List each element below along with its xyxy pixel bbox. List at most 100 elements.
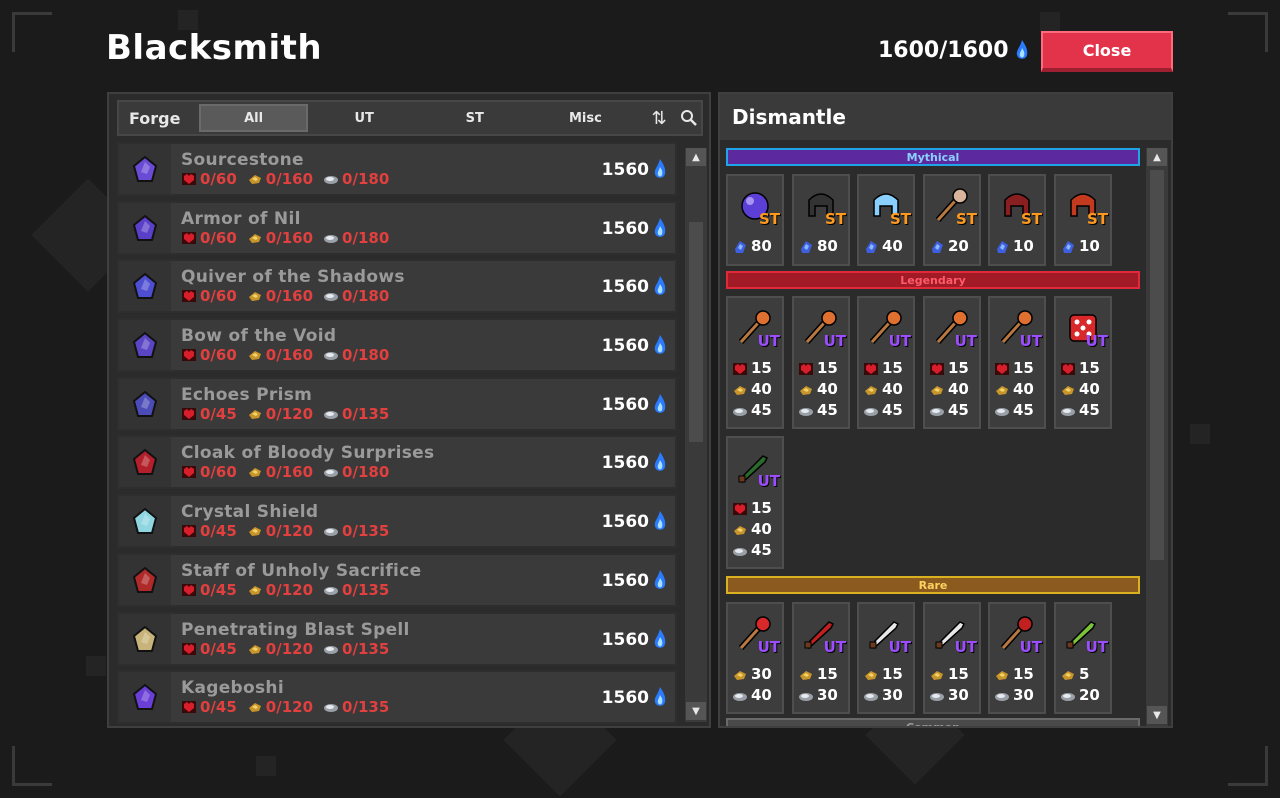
dismantle-item-slot[interactable]: UT 15 40 45 [726,296,784,429]
cost-hearts: 0/45 [181,698,237,716]
gold-yield: 40 [1056,379,1110,400]
scroll-thumb[interactable] [689,222,703,442]
dismantle-scrollbar[interactable]: ▲ ▼ [1146,148,1168,726]
dismantle-item-slot[interactable]: UT 15 30 [792,602,850,714]
red-heart-material-icon [182,525,196,538]
scroll-thumb[interactable] [1150,170,1164,560]
dismantle-item-slot[interactable]: UT 15 40 45 [857,296,915,429]
recipe-row[interactable]: Quiver of the Shadows 0/60 0/160 0/180 1… [117,259,677,314]
blue-flame-icon [654,217,666,237]
tab-all[interactable]: All [198,104,309,132]
cost-gold-value: 0/160 [265,170,314,188]
dismantle-item-slot[interactable]: UT 15 40 45 [988,296,1046,429]
sort-icon[interactable]: ⇅ [647,106,671,130]
dismantle-item-slot[interactable]: UT 15 30 [988,602,1046,714]
recipe-row[interactable]: Staff of Unholy Sacrifice 0/45 0/120 0/1… [117,552,677,607]
tab-misc[interactable]: Misc [531,104,641,132]
dismantle-item-slot[interactable]: UT 15 30 [923,602,981,714]
silver-yield-value: 40 [751,686,772,704]
recipe-price: 1560 [602,393,667,417]
gold-yield-value: 30 [751,665,772,683]
silver-ore-material-icon [324,234,339,243]
forge-scrollbar[interactable]: ▲ ▼ [685,148,707,722]
kageboshi-icon [119,672,171,723]
silver-yield-value: 20 [1079,686,1100,704]
scroll-up-arrow-icon[interactable]: ▲ [1147,148,1167,166]
rarity-header-mythical: Mythical [726,148,1140,166]
blue-flame-icon [654,159,666,178]
blue-flame-icon [654,687,666,706]
recipe-price: 1560 [602,158,667,182]
scroll-down-arrow-icon[interactable]: ▼ [1147,706,1167,724]
tab-ut[interactable]: UT [309,104,419,132]
recipe-row[interactable]: Penetrating Blast Spell 0/45 0/120 0/135… [117,611,677,666]
search-icon[interactable] [677,106,701,130]
dismantle-item-slot[interactable]: ST 80 [792,174,850,266]
silver-yield: 30 [990,685,1044,706]
dismantle-item-slot[interactable]: ST 10 [988,174,1046,266]
close-button[interactable]: Close [1041,31,1173,72]
silver-yield: 45 [990,400,1044,421]
gold-yield: 40 [859,379,913,400]
gold-yield: 15 [794,664,848,685]
recipe-row[interactable]: Echoes Prism 0/45 0/120 0/135 1560 [117,376,677,431]
silver-ore-material-icon [995,407,1009,416]
red-heart-material-icon [182,583,196,596]
item-icon: UT [859,298,913,358]
gold-yield-value: 15 [817,665,838,683]
cost-silver: 0/180 [323,463,389,481]
gold-ore-material-icon [734,525,746,535]
scroll-up-arrow-icon[interactable]: ▲ [686,148,706,166]
silver-yield-value: 30 [948,686,969,704]
dismantle-item-slot[interactable]: ST 80 [726,174,784,266]
item-icon: UT [925,604,979,664]
recipe-row[interactable]: Armor of Nil 0/60 0/160 0/180 1560 [117,200,677,255]
cost-silver-value: 0/135 [342,404,390,423]
heart-yield: 15 [1056,358,1110,379]
cost-gold-value: 0/120 [265,698,314,717]
recipe-price: 1560 [602,510,667,534]
gold-ore-material-icon [996,670,1008,680]
silver-ore-material-icon [995,692,1009,701]
red-heart-material-icon [1061,362,1075,375]
gold-ore-material-icon [248,527,261,537]
dismantle-item-slot[interactable]: UT 15 40 45 [726,436,784,569]
cost-hearts: 0/45 [181,581,237,599]
recipe-price-value: 1560 [601,277,649,298]
dismantle-item-slot[interactable]: UT 15 40 45 [1054,296,1112,429]
recipe-row[interactable]: Sourcestone 0/60 0/160 0/180 1560 [117,142,677,196]
cost-silver: 0/180 [323,346,389,364]
cost-gold-value: 0/160 [265,287,314,306]
cost-silver-value: 0/180 [342,170,390,188]
cost-hearts-value: 0/45 [200,698,237,717]
recipe-row[interactable]: Cloak of Bloody Surprises 0/60 0/160 0/1… [117,435,677,490]
red-heart-material-icon [182,349,196,362]
recipe-info: Quiver of the Shadows 0/60 0/160 0/180 [171,267,675,305]
recipe-row[interactable]: Kageboshi 0/45 0/120 0/135 1560 [117,670,677,725]
cost-gold-value: 0/120 [265,580,314,599]
cost-gold: 0/120 [247,698,313,716]
dismantle-item-slot[interactable]: ST 40 [857,174,915,266]
recipe-row[interactable]: Bow of the Void 0/60 0/160 0/180 1560 [117,318,677,373]
silver-yield-value: 45 [1013,401,1034,419]
dismantle-item-slot[interactable]: UT 15 40 45 [792,296,850,429]
dismantle-item-slot[interactable]: ST 10 [1054,174,1112,266]
recipe-info: Penetrating Blast Spell 0/45 0/120 0/135 [171,620,675,658]
gold-ore-material-icon [248,175,261,184]
dismantle-item-slot[interactable]: UT 15 30 [857,602,915,714]
silver-yield-value: 30 [817,686,838,704]
recipe-info: Sourcestone 0/60 0/160 0/180 [171,150,675,188]
gold-ore-material-icon [248,233,261,243]
dismantle-item-slot[interactable]: UT 15 40 45 [923,296,981,429]
silver-yield: 30 [925,685,979,706]
silver-ore-material-icon [324,410,339,419]
cost-hearts: 0/45 [181,522,237,540]
dismantle-item-slot[interactable]: UT 5 20 [1054,602,1112,714]
blue-flame-icon [654,276,666,296]
tab-st[interactable]: ST [420,104,530,132]
dismantle-item-slot[interactable]: ST 20 [923,174,981,266]
item-icon: ST [728,176,782,236]
recipe-row[interactable]: Crystal Shield 0/45 0/120 0/135 1560 [117,494,677,549]
scroll-down-arrow-icon[interactable]: ▼ [686,702,706,720]
dismantle-item-slot[interactable]: UT 30 40 [726,602,784,714]
